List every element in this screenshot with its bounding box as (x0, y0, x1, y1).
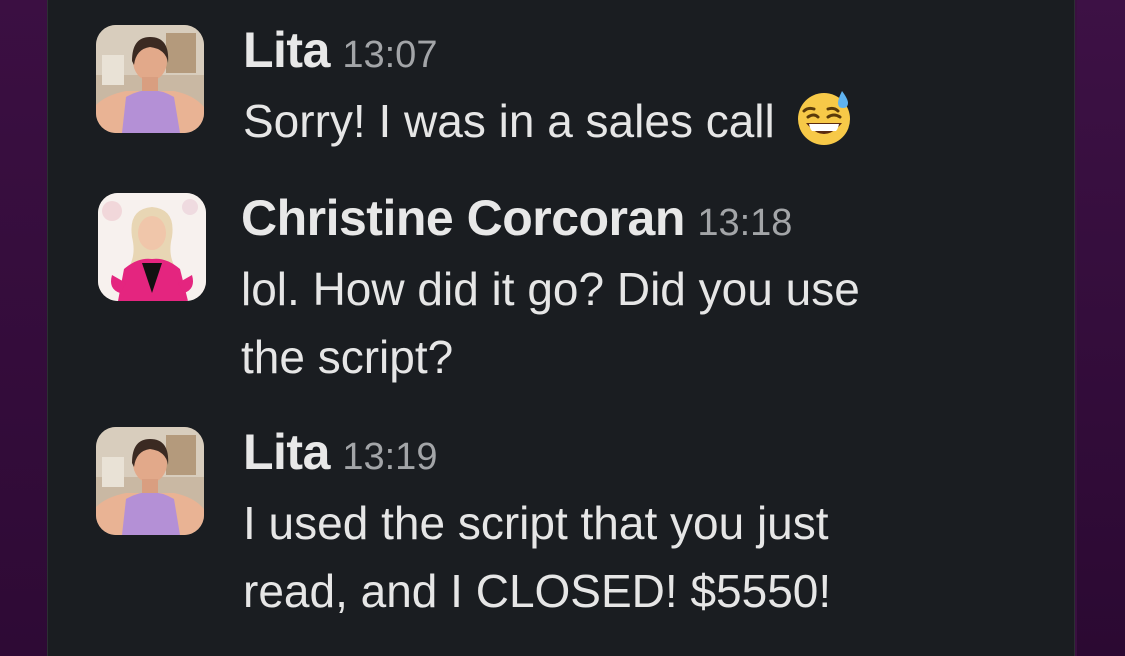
author-name[interactable]: Lita (243, 22, 330, 78)
message-text: Sorry! I was in a sales call (243, 87, 1003, 155)
avatar[interactable] (98, 193, 206, 301)
message-pane: Lita 13:07 Sorry! I was in a sales call (47, 0, 1075, 656)
message-text-line: read, and I CLOSED! $5550! (243, 565, 832, 617)
author-name[interactable]: Christine Corcoran (241, 190, 685, 246)
avatar[interactable] (96, 427, 204, 535)
message-text: I used the script that you just read, an… (243, 489, 1003, 625)
timestamp[interactable]: 13:19 (342, 436, 437, 478)
message-content: Lita 13:19 I used the script that you ju… (243, 427, 1003, 625)
message-text: lol. How did it go? Did you use the scri… (241, 255, 1001, 391)
message-content: Christine Corcoran 13:18 lol. How did it… (241, 193, 1001, 391)
message-text-line: I used the script that you just (243, 497, 829, 549)
message-text-line: lol. How did it go? Did you use (241, 263, 860, 315)
message-text-line: Sorry! I was in a sales call (243, 95, 775, 147)
message-text-line: the script? (241, 331, 454, 383)
author-name[interactable]: Lita (243, 424, 330, 480)
avatar[interactable] (96, 25, 204, 133)
message-header: Lita 13:07 (243, 25, 1003, 87)
grinning-face-with-sweat-icon (794, 87, 854, 147)
workspace-sidebar-edge (0, 0, 47, 656)
timestamp[interactable]: 13:18 (697, 202, 792, 244)
message-header: Christine Corcoran 13:18 (241, 193, 1001, 255)
message-content: Lita 13:07 Sorry! I was in a sales call (243, 25, 1003, 155)
message-header: Lita 13:19 (243, 427, 1003, 489)
timestamp[interactable]: 13:07 (342, 34, 437, 76)
right-panel-edge (1077, 0, 1125, 656)
